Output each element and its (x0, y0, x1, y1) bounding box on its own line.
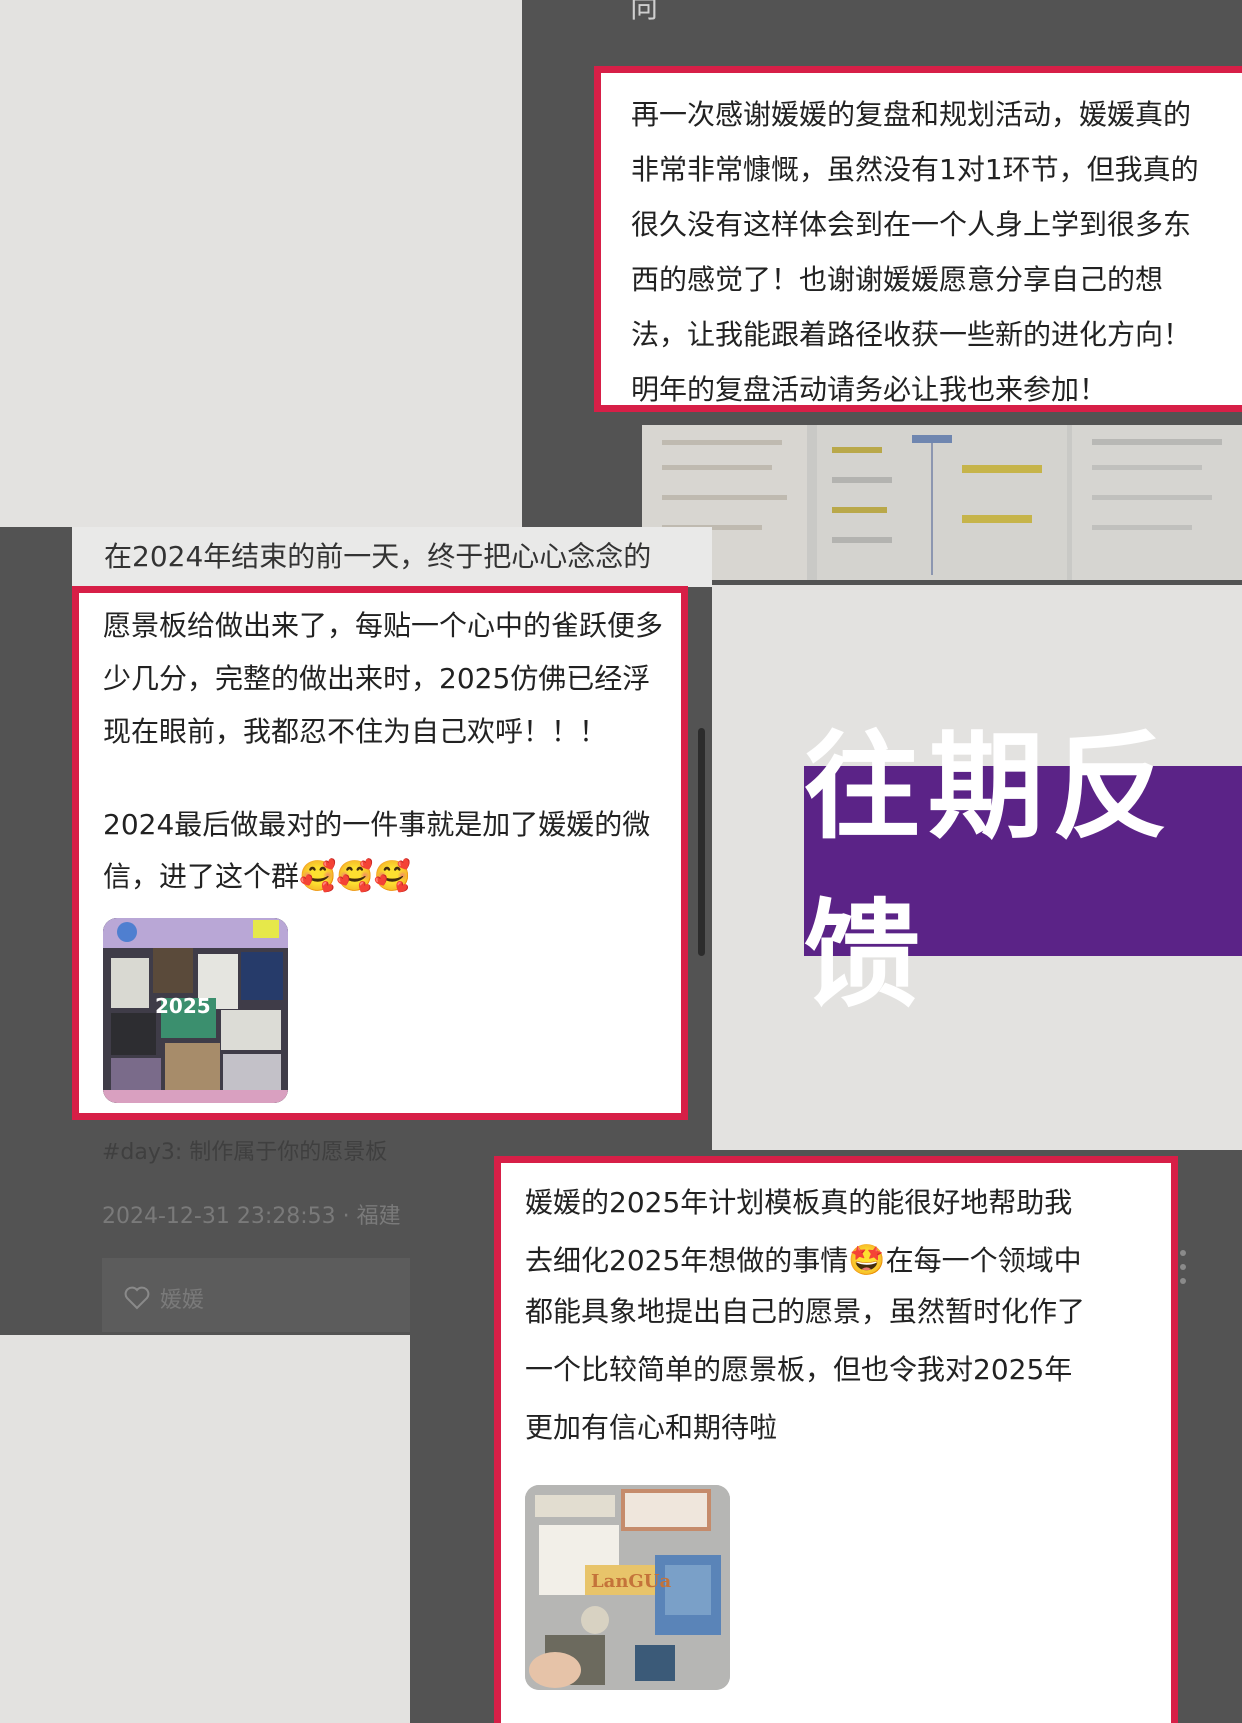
like-name: 媛媛 (160, 1288, 205, 1313)
post-2-line-5: 信，进了这个群🥰🥰🥰 (103, 855, 411, 895)
testimonial-card-1: 再一次感谢媛媛的复盘和规划活动，媛媛真的 非常非常慷慨，虽然没有1对1环节，但我… (594, 66, 1242, 412)
testimonial-3-line-2: 去细化2025年想做的事情🤩在每一个领域中 (525, 1239, 1082, 1279)
vision-board-thumbnail[interactable]: 2025 (103, 918, 288, 1103)
like-bar: 媛媛 (102, 1258, 410, 1332)
mindmap-screenshot-strip (642, 425, 1242, 580)
heart-icon (124, 1286, 150, 1310)
like-row[interactable]: 媛媛 (124, 1282, 204, 1314)
testimonial-card-3: 媛媛的2025年计划模板真的能很好地帮助我 去细化2025年想做的事情🤩在每一个… (494, 1156, 1178, 1723)
post-2-card: 愿景板给做出来了，每贴一个心中的雀跃便多 少几分，完整的做出来时，2025仿佛已… (72, 586, 688, 1120)
post-2-body: 愿景板给做出来了，每贴一个心中的雀跃便多 少几分，完整的做出来时，2025仿佛已… (103, 609, 664, 748)
testimonial-3-line-1: 媛媛的2025年计划模板真的能很好地帮助我 (525, 1186, 1073, 1219)
post-2-line-4: 2024最后做最对的一件事就是加了媛媛的微 (103, 808, 651, 841)
vision-board-2-word: LanGUa (591, 1571, 672, 1592)
scrollbar-thumb[interactable] (698, 728, 705, 956)
top-fragment-text: 向 (630, 0, 659, 24)
testimonial-3-line-2-suffix: 在每一个领域中 (885, 1244, 1082, 1277)
testimonial-3-line-2-prefix: 去细化2025年想做的事情 (525, 1244, 849, 1277)
mindmap-illustration (642, 425, 1242, 580)
more-dots-icon[interactable] (1180, 1250, 1188, 1310)
testimonial-1-text: 再一次感谢媛媛的复盘和规划活动，媛媛真的 非常非常慷慨，虽然没有1对1环节，但我… (631, 98, 1199, 406)
post-2-line-1: 在2024年结束的前一天，终于把心心念念的 (104, 540, 652, 573)
past-feedback-banner: 往期反馈 (804, 719, 1242, 1023)
post-2-top-white: 在2024年结束的前一天，终于把心心念念的 (72, 527, 712, 587)
post-2-hashtag[interactable]: #day3: 制作属于你的愿景板 (102, 1134, 387, 1166)
post-2-line-5-text: 信，进了这个群 (103, 860, 300, 893)
vision-board-thumbnail-2[interactable]: LanGUa (525, 1485, 730, 1690)
smiling-hearts-emoji: 🥰🥰🥰 (299, 859, 412, 894)
banner-title: 往期反馈 (804, 719, 1176, 1023)
post-2-timestamp: 2024-12-31 23:28:53 · 福建 (102, 1204, 401, 1229)
vision-board-year: 2025 (155, 994, 211, 1018)
testimonial-3-rest: 都能具象地提出自己的愿景，虽然暂时化作了 一个比较简单的愿景板，但也令我对202… (525, 1295, 1086, 1444)
star-eyes-emoji: 🤩 (848, 1243, 886, 1278)
